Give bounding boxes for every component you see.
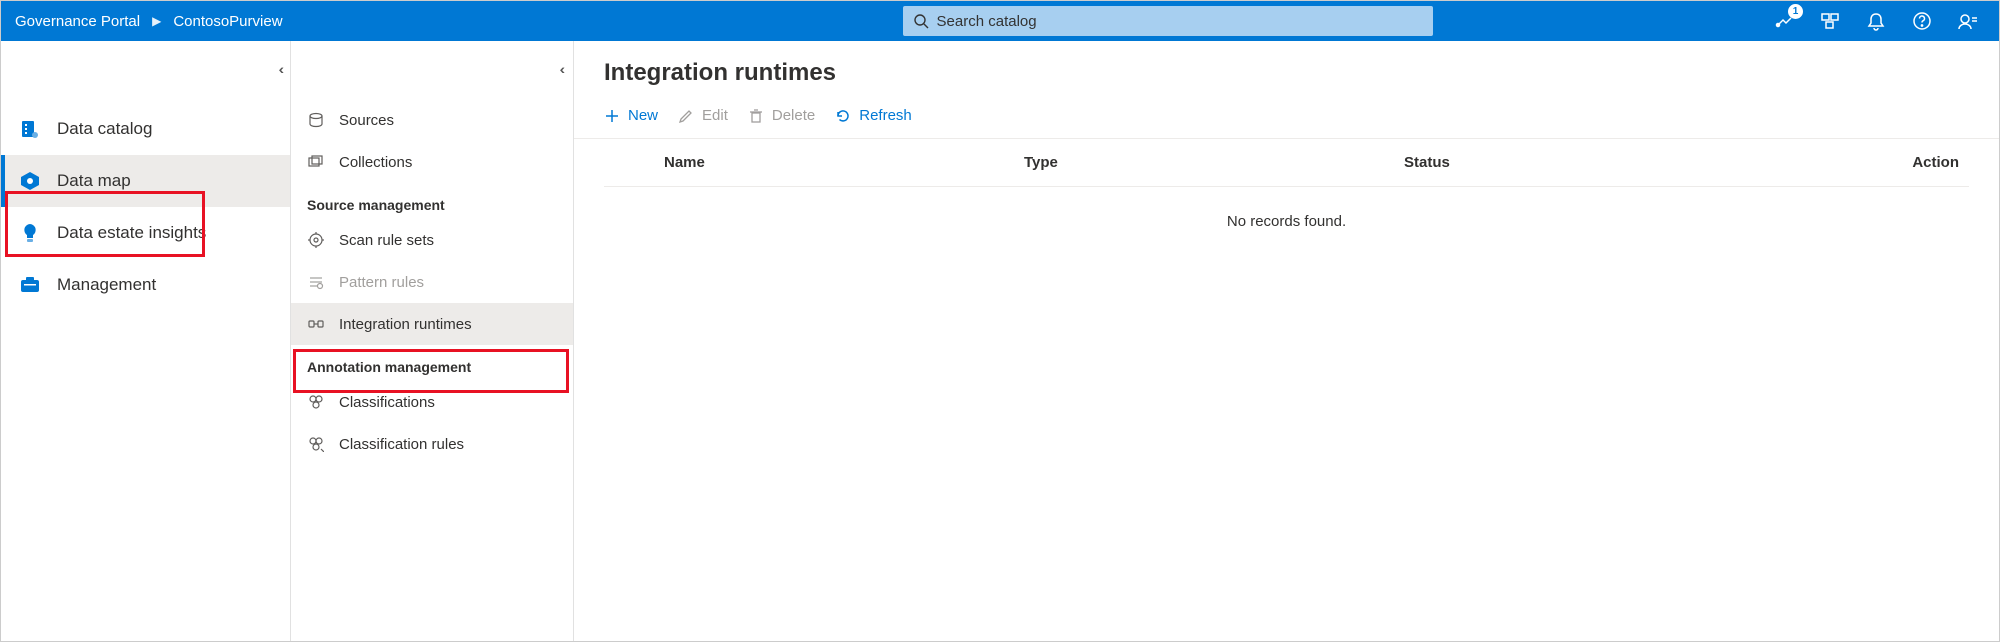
nav-scan-rule-sets[interactable]: Scan rule sets	[291, 219, 573, 261]
collapse-primary-icon[interactable]: ‹‹	[279, 61, 280, 77]
button-label: New	[628, 107, 658, 124]
group-annotation-management: Annotation management	[291, 345, 573, 381]
nav-pattern-rules: Pattern rules	[291, 261, 573, 303]
nav-classifications[interactable]: Classifications	[291, 381, 573, 423]
plus-icon	[604, 108, 620, 124]
breadcrumb: Governance Portal ▶ ContosoPurview	[15, 13, 283, 30]
nav-label: Pattern rules	[339, 274, 424, 291]
col-action: Action	[1849, 154, 1969, 171]
refresh-button[interactable]: Refresh	[835, 107, 912, 124]
button-label: Edit	[702, 107, 728, 124]
refresh-icon	[835, 108, 851, 124]
new-button[interactable]: New	[604, 107, 658, 124]
notification-badge: 1	[1788, 4, 1803, 19]
edit-button: Edit	[678, 107, 728, 124]
diagnostics-icon[interactable]: 1	[1773, 10, 1795, 32]
table-header: Name Type Status Action	[604, 139, 1969, 187]
button-label: Refresh	[859, 107, 912, 124]
classifications-icon	[307, 393, 325, 411]
nav-classification-rules[interactable]: Classification rules	[291, 423, 573, 465]
pattern-icon	[307, 273, 325, 291]
primary-sidebar: ‹‹ Data catalog Data map Data estate ins…	[1, 41, 291, 641]
toolbar: New Edit Delete Refresh	[574, 99, 1999, 139]
col-type[interactable]: Type	[1024, 154, 1404, 171]
group-source-management: Source management	[291, 183, 573, 219]
sidebar-item-label: Data estate insights	[57, 223, 206, 243]
chevron-right-icon: ▶	[152, 14, 161, 28]
breadcrumb-root[interactable]: Governance Portal	[15, 13, 140, 30]
sidebar-item-label: Data map	[57, 171, 131, 191]
help-icon[interactable]	[1911, 10, 1933, 32]
collections-icon[interactable]	[1819, 10, 1841, 32]
feedback-icon[interactable]	[1957, 10, 1979, 32]
sidebar-item-management[interactable]: Management	[1, 259, 290, 311]
collections-icon	[307, 153, 325, 171]
catalog-icon	[19, 118, 41, 140]
search-icon	[913, 13, 929, 29]
nav-label: Sources	[339, 112, 394, 129]
data-map-icon	[19, 170, 41, 192]
nav-label: Scan rule sets	[339, 232, 434, 249]
pencil-icon	[678, 108, 694, 124]
sources-icon	[307, 111, 325, 129]
nav-collections[interactable]: Collections	[291, 141, 573, 183]
top-icon-bar: 1	[1773, 10, 1985, 32]
nav-integration-runtimes[interactable]: Integration runtimes	[291, 303, 573, 345]
nav-label: Collections	[339, 154, 412, 171]
nav-label: Classifications	[339, 394, 435, 411]
sidebar-item-data-map[interactable]: Data map	[1, 155, 290, 207]
integration-icon	[307, 315, 325, 333]
main-content: Integration runtimes New Edit Delete Ref…	[574, 41, 1999, 641]
empty-state: No records found.	[604, 187, 1969, 256]
delete-button: Delete	[748, 107, 815, 124]
collapse-secondary-icon[interactable]: ‹‹	[560, 61, 561, 77]
search-input[interactable]: Search catalog	[903, 6, 1433, 36]
sidebar-item-data-catalog[interactable]: Data catalog	[1, 103, 290, 155]
trash-icon	[748, 108, 764, 124]
page-title: Integration runtimes	[574, 41, 1999, 99]
runtime-table: Name Type Status Action No records found…	[574, 139, 1999, 641]
button-label: Delete	[772, 107, 815, 124]
breadcrumb-current[interactable]: ContosoPurview	[173, 13, 282, 30]
scan-icon	[307, 231, 325, 249]
sidebar-item-label: Data catalog	[57, 119, 152, 139]
insights-icon	[19, 222, 41, 244]
sidebar-item-insights[interactable]: Data estate insights	[1, 207, 290, 259]
secondary-sidebar: ‹‹ Sources Collections Source management…	[291, 41, 574, 641]
classification-rules-icon	[307, 435, 325, 453]
top-header: Governance Portal ▶ ContosoPurview Searc…	[1, 1, 1999, 41]
search-placeholder: Search catalog	[937, 13, 1037, 30]
management-icon	[19, 274, 41, 296]
bell-icon[interactable]	[1865, 10, 1887, 32]
col-name[interactable]: Name	[604, 154, 1024, 171]
nav-label: Integration runtimes	[339, 316, 472, 333]
nav-sources[interactable]: Sources	[291, 99, 573, 141]
sidebar-item-label: Management	[57, 275, 156, 295]
col-status[interactable]: Status	[1404, 154, 1849, 171]
nav-label: Classification rules	[339, 436, 464, 453]
